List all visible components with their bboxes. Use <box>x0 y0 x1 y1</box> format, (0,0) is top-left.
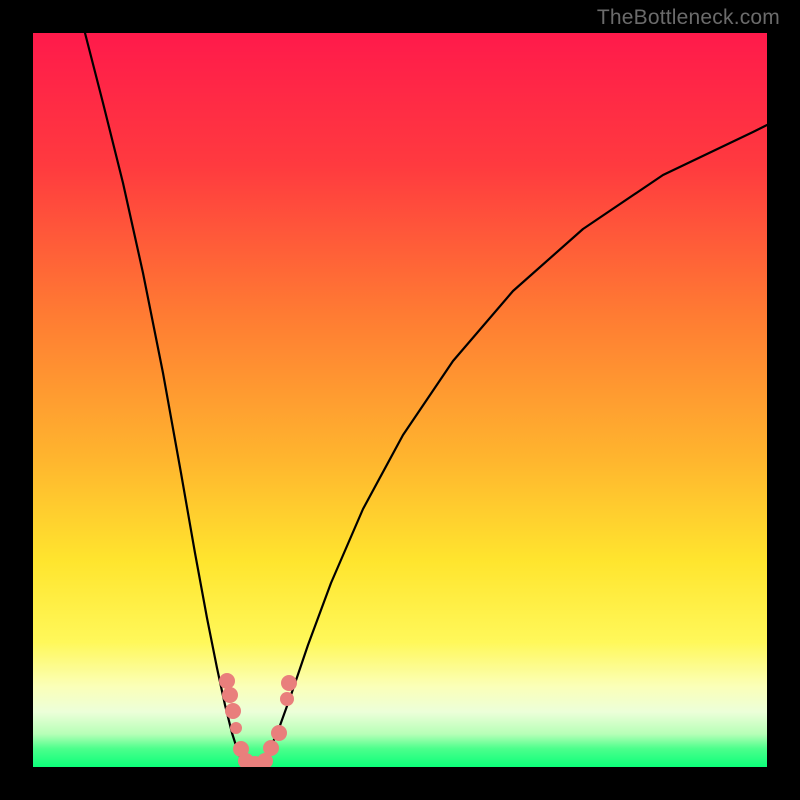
data-marker <box>222 687 238 703</box>
data-marker <box>271 725 287 741</box>
chart-frame: TheBottleneck.com <box>0 0 800 800</box>
watermark-text: TheBottleneck.com <box>597 6 780 30</box>
gradient-background <box>33 33 767 767</box>
plot-area <box>33 33 767 767</box>
data-marker <box>281 675 297 691</box>
data-marker <box>230 722 242 734</box>
data-marker <box>225 703 241 719</box>
data-marker <box>280 692 294 706</box>
data-marker <box>219 673 235 689</box>
bottleneck-chart <box>33 33 767 767</box>
data-marker <box>263 740 279 756</box>
